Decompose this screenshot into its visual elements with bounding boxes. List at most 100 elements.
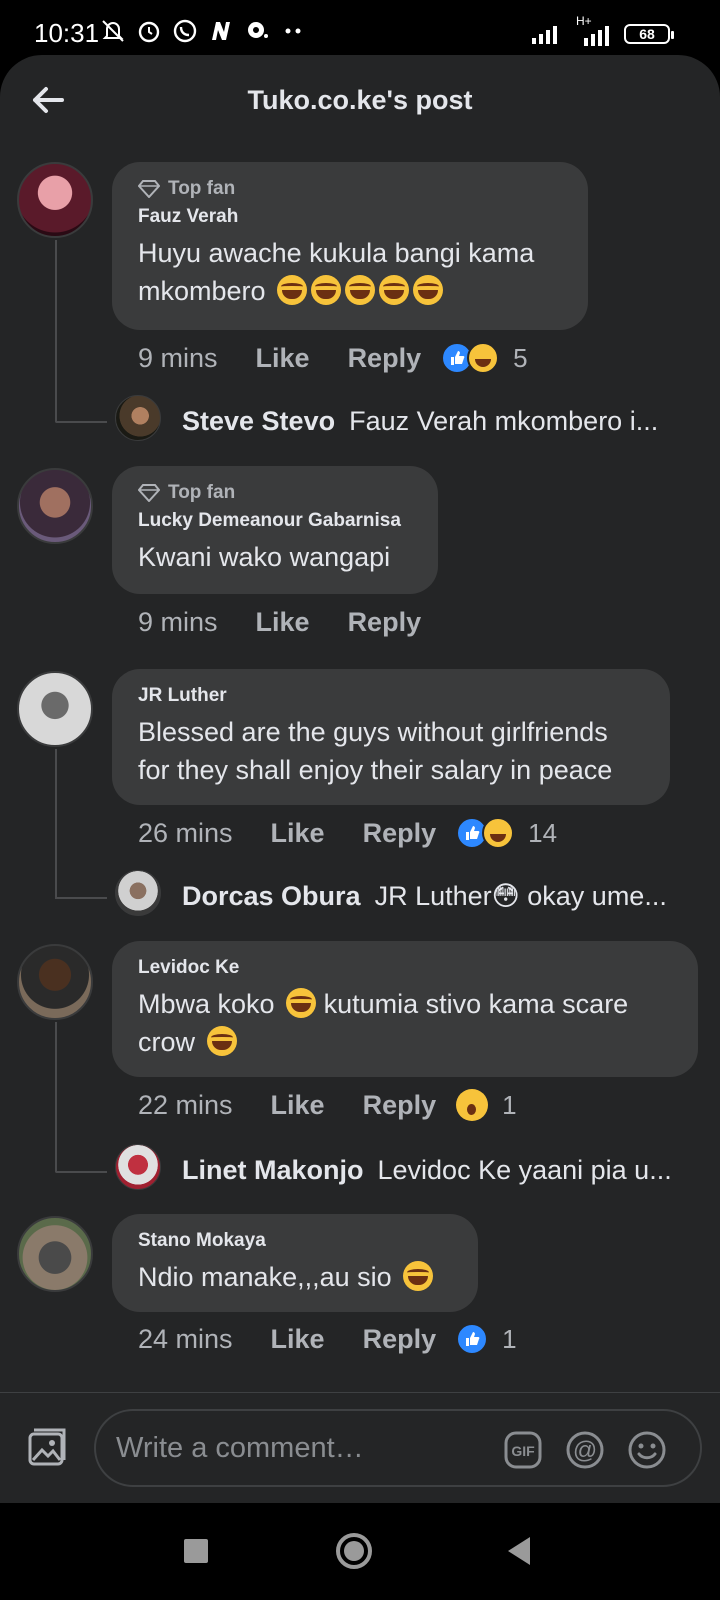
comment-input-box[interactable]: GIF @ <box>94 1409 702 1487</box>
comment-bubble[interactable]: Stano Mokaya Ndio manake,,,au sio <box>112 1214 478 1312</box>
reply-snippet: Levidoc Ke yaani pia u... <box>377 1155 672 1185</box>
comment-line: Blessed are the guys without girlfriends <box>138 717 608 747</box>
avatar[interactable] <box>17 944 93 1020</box>
comment-line: Huyu awache kukula bangi kama <box>138 238 535 268</box>
emoji-button[interactable] <box>628 1431 666 1469</box>
reaction-summary[interactable]: 5 <box>441 342 528 374</box>
post-comments-screen: Top fan Fauz Verah Huyu awache kukula ba… <box>0 55 720 1503</box>
reply-author: Linet Makonjo <box>182 1155 364 1185</box>
diamond-icon <box>138 484 160 502</box>
comment-line: crow <box>138 1023 672 1061</box>
n-app-icon <box>212 22 230 40</box>
reply-avatar[interactable] <box>115 870 161 916</box>
comment-time: 22 mins <box>138 1089 233 1120</box>
comment-time: 24 mins <box>138 1323 233 1354</box>
home-button[interactable] <box>334 1531 374 1571</box>
comment-author[interactable]: JR Luther <box>138 685 644 707</box>
comment-line: for they shall enjoy their salary in pea… <box>138 755 613 785</box>
mention-button[interactable]: @ <box>566 1431 604 1469</box>
laughing-emoji-icon <box>345 275 376 305</box>
comment-author[interactable]: Levidoc Ke <box>138 957 672 979</box>
haha-reaction-icon <box>467 342 500 374</box>
comment-line-text: Ndio manake,,,au sio <box>138 1262 392 1292</box>
comment-bubble[interactable]: Top fan Lucky Demeanour Gabarnisa Kwani … <box>112 466 438 594</box>
wow-reaction-icon <box>456 1089 489 1121</box>
status-time: 10:31 <box>34 18 100 48</box>
reply-button[interactable]: Reply <box>363 1090 437 1121</box>
reply-button[interactable]: Reply <box>348 343 422 374</box>
comment-text: Mbwa koko kutumia stivo kama scare crow <box>138 985 672 1061</box>
comment-author[interactable]: Stano Mokaya <box>138 1230 452 1252</box>
reply-avatar[interactable] <box>115 1144 161 1190</box>
comment-line: mkombero <box>138 272 562 310</box>
reaction-summary[interactable]: 1 <box>456 1323 517 1355</box>
badge-label: Top fan <box>168 482 236 503</box>
like-button[interactable]: Like <box>256 607 310 638</box>
comment-composer: GIF @ <box>0 1392 720 1503</box>
avatar[interactable] <box>17 671 93 747</box>
like-button[interactable]: Like <box>256 343 310 374</box>
comment-actions: 9 mins Like Reply <box>138 607 459 638</box>
laughing-emoji-icon <box>311 275 342 305</box>
recents-button[interactable] <box>176 1531 216 1571</box>
comment-bubble[interactable]: Levidoc Ke Mbwa koko kutumia stivo kama … <box>112 941 698 1077</box>
comment-author[interactable]: Lucky Demeanour Gabarnisa <box>138 510 412 532</box>
comment-bubble[interactable]: JR Luther Blessed are the guys without g… <box>112 669 670 805</box>
laughing-emoji-icon <box>286 988 317 1018</box>
photo-icon <box>28 1428 66 1466</box>
page-title: Tuko.co.ke's post <box>247 85 473 115</box>
signal-hplus-icon: H+ <box>574 14 614 48</box>
comment-line-text: kutumia stivo kama scare <box>323 989 629 1019</box>
haha-reaction-icon <box>482 817 515 849</box>
chat-icon <box>248 22 268 38</box>
comment-text: Huyu awache kukula bangi kama mkombero <box>138 234 562 310</box>
back-nav-button[interactable] <box>500 1531 540 1571</box>
comment-line-text: Mbwa koko <box>138 989 275 1019</box>
comment-time: 26 mins <box>138 817 233 848</box>
reply-button[interactable]: Reply <box>363 818 437 849</box>
smiley-icon <box>628 1431 666 1469</box>
comment-actions: 9 mins Like Reply 5 <box>138 342 528 374</box>
reply-avatar[interactable] <box>115 395 161 441</box>
laughing-emoji-icon <box>206 1026 237 1056</box>
reply-preview[interactable]: Linet Makonjo Levidoc Ke yaani pia u... <box>182 1155 672 1186</box>
comment-bubble[interactable]: Top fan Fauz Verah Huyu awache kukula ba… <box>112 162 588 330</box>
like-button[interactable]: Like <box>271 1090 325 1121</box>
comment-input[interactable] <box>116 1427 476 1469</box>
laughing-emoji-icon <box>277 275 308 305</box>
photo-button[interactable] <box>24 1424 70 1470</box>
triangle-back-icon <box>508 1537 530 1565</box>
comment-text: Kwani wako wangapi <box>138 542 391 572</box>
comment-feed[interactable]: Top fan Fauz Verah Huyu awache kukula ba… <box>0 55 720 1392</box>
signal-icon <box>532 26 557 44</box>
like-button[interactable]: Like <box>271 818 325 849</box>
comment-line-text: mkombero <box>138 276 266 306</box>
battery-icon: 68 <box>624 24 674 44</box>
reaction-count: 5 <box>513 342 528 373</box>
diamond-icon <box>138 180 160 198</box>
reply-preview[interactable]: Steve Stevo Fauz Verah mkombero i... <box>182 406 658 437</box>
thread-connector <box>55 881 107 899</box>
thread-connector <box>55 405 107 423</box>
comment-author[interactable]: Fauz Verah <box>138 206 562 228</box>
gif-label: GIF <box>511 1443 535 1459</box>
thread-connector <box>55 1155 107 1173</box>
avatar[interactable] <box>17 162 93 238</box>
thread-line <box>55 240 57 420</box>
avatar[interactable] <box>17 468 93 544</box>
alarm-icon <box>138 21 160 43</box>
circle-icon <box>336 1533 372 1569</box>
thread-line <box>55 749 57 899</box>
reaction-summary[interactable]: 14 <box>456 817 557 849</box>
reply-preview[interactable]: Dorcas Obura JR Luther😳 okay ume... <box>182 881 667 912</box>
gif-button[interactable]: GIF <box>504 1431 542 1469</box>
laughing-emoji-icon <box>413 275 444 305</box>
system-nav-bar <box>0 1503 720 1600</box>
status-icons <box>100 18 306 44</box>
like-button[interactable]: Like <box>271 1324 325 1355</box>
reply-button[interactable]: Reply <box>363 1324 437 1355</box>
battery-level: 68 <box>639 26 655 42</box>
avatar[interactable] <box>17 1216 93 1292</box>
reaction-summary[interactable]: 1 <box>456 1089 517 1121</box>
reply-button[interactable]: Reply <box>348 607 422 638</box>
